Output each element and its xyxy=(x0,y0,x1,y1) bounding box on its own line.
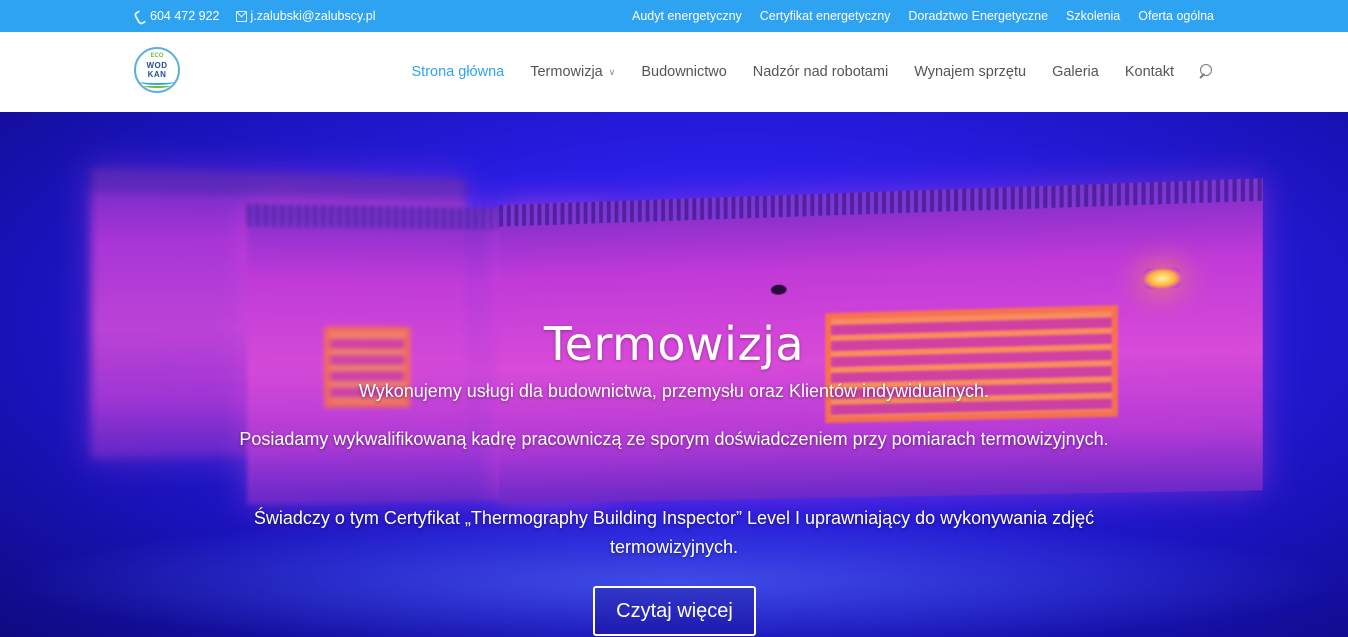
nav-item-wynajem[interactable]: Wynajem sprzętu xyxy=(914,64,1026,80)
hero-title: Termowizja xyxy=(543,317,805,371)
nav-item-label: Strona główna xyxy=(411,64,505,80)
phone-icon xyxy=(135,11,146,22)
nav-item-label: Galeria xyxy=(1052,64,1099,80)
secondary-link-oferta[interactable]: Oferta ogólna xyxy=(1138,9,1214,23)
nav-item-budownictwo[interactable]: Budownictwo xyxy=(641,64,726,80)
envelope-icon xyxy=(235,10,247,22)
logo-wave-green xyxy=(144,84,170,88)
search-icon[interactable] xyxy=(1196,63,1214,81)
thermal-spot xyxy=(770,284,787,295)
hero-paragraph-2: Posiadamy wykwalifikowaną kadrę pracowni… xyxy=(239,429,1109,449)
nav-item-termowizja[interactable]: Termowizja ∨ xyxy=(530,64,615,80)
nav-item-kontakt[interactable]: Kontakt xyxy=(1125,64,1174,80)
nav-item-nadzor[interactable]: Nadzór nad robotami xyxy=(753,64,888,80)
contact-info: 604 472 922 j.zalubski@zalubscy.pl xyxy=(135,0,376,32)
logo-text-kan: KAN xyxy=(147,70,167,79)
thermal-roof xyxy=(499,178,1263,227)
secondary-link-audyt[interactable]: Audyt energetyczny xyxy=(632,9,742,23)
email-contact[interactable]: j.zalubski@zalubscy.pl xyxy=(235,9,376,23)
secondary-link-certyfikat[interactable]: Certyfikat energetyczny xyxy=(760,9,891,23)
main-nav: Strona główna Termowizja ∨ Budownictwo N… xyxy=(386,32,1214,112)
phone-contact[interactable]: 604 472 922 xyxy=(135,9,220,23)
read-more-button[interactable]: Czytaj więcej xyxy=(593,586,756,636)
nav-item-label: Kontakt xyxy=(1124,64,1174,80)
nav-item-label: Budownictwo xyxy=(641,64,727,80)
phone-number: 604 472 922 xyxy=(150,9,220,23)
nav-item-strona-glowna[interactable]: Strona główna xyxy=(412,64,505,80)
nav-item-label: Termowizja xyxy=(530,64,603,80)
main-header: ECO WOD KAN Strona główna Termowizja ∨ B… xyxy=(0,32,1348,112)
nav-item-label: Nadzór nad robotami xyxy=(752,64,889,80)
nav-item-label: Wynajem sprzętu xyxy=(914,64,1027,80)
secondary-menu: Audyt energetyczny Certyfikat energetycz… xyxy=(632,0,1214,32)
logo-text-wod: WOD xyxy=(146,61,168,70)
secondary-link-doradztwo[interactable]: Doradztwo Energetyczne xyxy=(908,9,1048,23)
chevron-down-icon: ∨ xyxy=(608,66,616,77)
hero-paragraph-3: Świadczy o tym Certyfikat „Thermography … xyxy=(253,508,1095,557)
hero-paragraph-1: Wykonujemy usługi dla budownictwa, przem… xyxy=(358,381,990,401)
secondary-link-szkolenia[interactable]: Szkolenia xyxy=(1066,9,1120,23)
logo-text-eco: ECO xyxy=(150,53,164,59)
hero-slider: Termowizja Wykonujemy usługi dla budowni… xyxy=(0,112,1348,637)
top-bar: 604 472 922 j.zalubski@zalubscy.pl Audyt… xyxy=(0,0,1348,32)
thermal-lamp xyxy=(1143,267,1181,290)
site-logo[interactable]: ECO WOD KAN xyxy=(134,47,180,93)
thermal-roof xyxy=(90,168,466,201)
nav-item-galeria[interactable]: Galeria xyxy=(1052,64,1099,80)
email-address: j.zalubski@zalubscy.pl xyxy=(250,9,376,23)
